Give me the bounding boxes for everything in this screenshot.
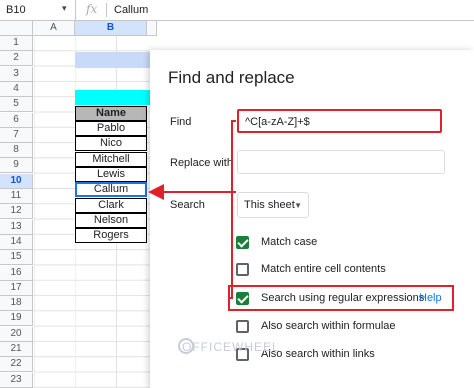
watermark-text: OFFICEWHEEL <box>182 340 280 354</box>
annotation-arrows <box>148 120 236 299</box>
arrow-find-to-cell <box>228 120 236 299</box>
